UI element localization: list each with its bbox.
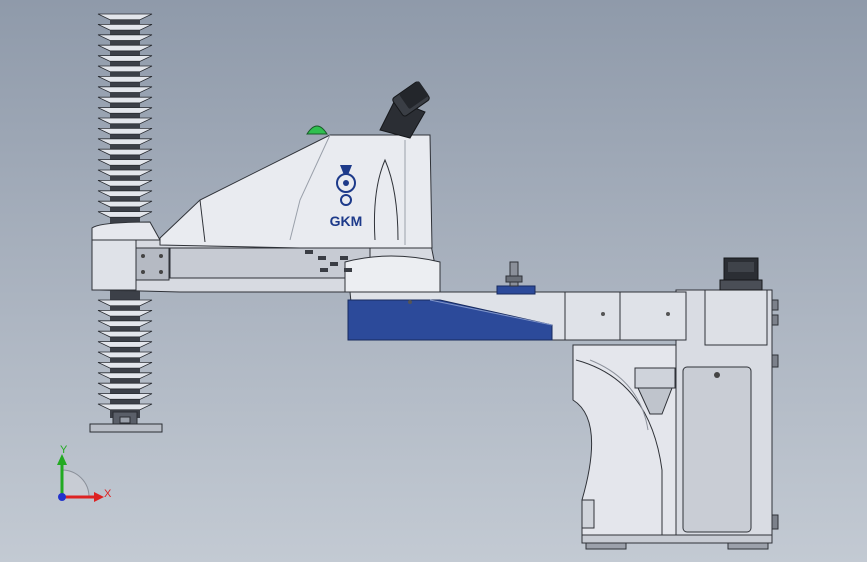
bellows-fold [97,13,153,21]
camera-module [379,81,430,139]
bellows-fold [97,117,153,125]
bar-detail [320,268,328,272]
bellows-fold [97,211,153,218]
bellows-fold [97,180,153,187]
x-axis-label: X [104,488,112,500]
bellows-fold [97,320,153,327]
bellows-fold [97,299,153,307]
bar-detail [344,268,352,272]
bellows-fold [97,128,153,135]
second-arm: GKM [91,81,441,293]
indicator-lamp [306,125,328,135]
bellows-fold [97,310,153,317]
brand-logo-text: GKM [330,213,363,229]
bellows-fold [97,351,153,359]
bellows-fold [97,190,153,197]
bellows-fold [97,362,153,369]
bellows-fold [97,76,153,83]
bellows-fold [97,65,153,73]
coordinate-triad: Y X [57,444,112,502]
bar-detail [330,262,338,266]
bar-detail [305,250,313,254]
bellows-fold [97,382,153,390]
bellows-fold [97,86,153,93]
bellows-fold [97,341,153,348]
bellows-fold [97,372,153,379]
bellows-fold [97,55,153,62]
bellows-fold [97,169,153,177]
bellows-fold [97,403,153,411]
bellows-fold [97,96,153,104]
bellows-fold [97,24,153,31]
y-axis-label: Y [60,444,68,456]
bellows-fold [97,107,153,114]
bellows-fold [97,44,153,52]
bellows-fold [97,200,153,208]
bar-detail [318,256,326,260]
bellows-fold [97,159,153,166]
bellows-fold [97,330,153,338]
bellows-fold [97,148,153,156]
bellows-fold [97,393,153,400]
bellows-fold [97,138,153,145]
cad-viewport[interactable]: GKM Y X [0,0,867,562]
bellows-fold [97,34,153,41]
bar-detail [340,256,348,260]
z-axis-dot [58,493,66,501]
